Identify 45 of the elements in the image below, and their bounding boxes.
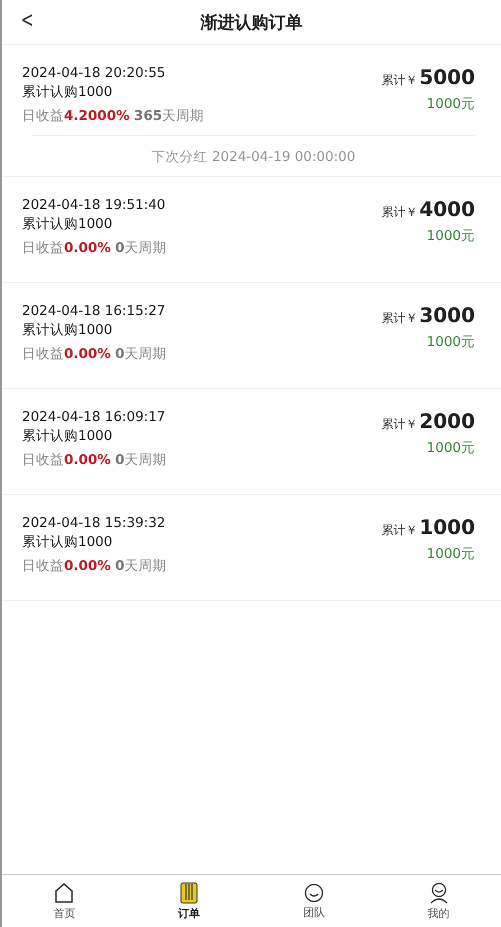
order-card[interactable]: 2024-04-18 20:20:55 累计认购1000 日收益4.2000% 365天周期 累计￥5000 1000元 下次分红 2024-04-19 00:00:00 — [2, 45, 501, 177]
order-amount: 1000元 — [426, 545, 475, 563]
tab-bar-item[interactable]: 首页 — [2, 875, 127, 927]
document-icon — [180, 882, 198, 904]
total-amount: 4000 — [419, 197, 475, 221]
yield-text: 日收益0.00% 0天周期 — [22, 345, 167, 363]
tab-bar-item[interactable]: 我的 — [376, 875, 501, 927]
yield-text: 日收益4.2000% 365天周期 — [22, 107, 204, 125]
total-amount: 5000 — [419, 65, 475, 89]
total-label: 累计￥ — [381, 72, 418, 89]
order-amount: 1000元 — [426, 439, 475, 457]
yield-text: 日收益0.00% 0天周期 — [22, 239, 167, 257]
order-card[interactable]: 2024-04-18 19:51:40 累计认购1000 日收益0.00% 0天周期 累计￥4000 1000元 — [2, 177, 501, 283]
page-title: 渐进认购订单 — [200, 12, 302, 34]
back-button[interactable]: < — [16, 8, 38, 33]
order-time: 2024-04-18 16:09:17 — [22, 409, 166, 425]
smile-icon — [304, 882, 324, 902]
order-amount: 1000元 — [426, 95, 475, 113]
next-dividend-text: 下次分红 2024-04-19 00:00:00 — [32, 135, 475, 166]
subscription-text: 累计认购1000 — [22, 533, 114, 551]
total-label: 累计￥ — [381, 204, 418, 221]
subscription-text: 累计认购1000 — [22, 215, 114, 233]
total-amount: 2000 — [419, 409, 475, 433]
subscription-text: 累计认购1000 — [22, 83, 114, 101]
order-time: 2024-04-18 16:15:27 — [22, 303, 166, 319]
total-label: 累计￥ — [381, 310, 418, 327]
order-time: 2024-04-18 15:39:32 — [22, 515, 166, 531]
total-amount: 1000 — [419, 515, 475, 539]
subscription-text: 累计认购1000 — [22, 427, 114, 445]
tab-bar-item[interactable]: 订单 — [126, 875, 252, 927]
order-time: 2024-04-18 20:20:55 — [22, 65, 166, 81]
total-label: 累计￥ — [381, 416, 418, 433]
subscription-text: 累计认购1000 — [22, 321, 114, 339]
order-time: 2024-04-18 19:51:40 — [22, 197, 166, 213]
house-icon — [54, 882, 74, 904]
total-amount: 3000 — [419, 303, 475, 327]
yield-text: 日收益0.00% 0天周期 — [22, 557, 167, 575]
tab-bar-item[interactable]: 团队 — [252, 875, 376, 927]
order-amount: 1000元 — [426, 333, 475, 351]
order-card[interactable]: 2024-04-18 15:39:32 累计认购1000 日收益0.00% 0天周期 累计￥1000 1000元 — [2, 495, 501, 601]
total-label: 累计￥ — [381, 522, 418, 539]
order-card[interactable]: 2024-04-18 16:15:27 累计认购1000 日收益0.00% 0天周期 累计￥3000 1000元 — [2, 283, 501, 389]
order-amount: 1000元 — [426, 227, 475, 245]
order-card[interactable]: 2024-04-18 16:09:17 累计认购1000 日收益0.00% 0天周期 累计￥2000 1000元 — [2, 389, 501, 495]
yield-text: 日收益0.00% 0天周期 — [22, 451, 167, 469]
